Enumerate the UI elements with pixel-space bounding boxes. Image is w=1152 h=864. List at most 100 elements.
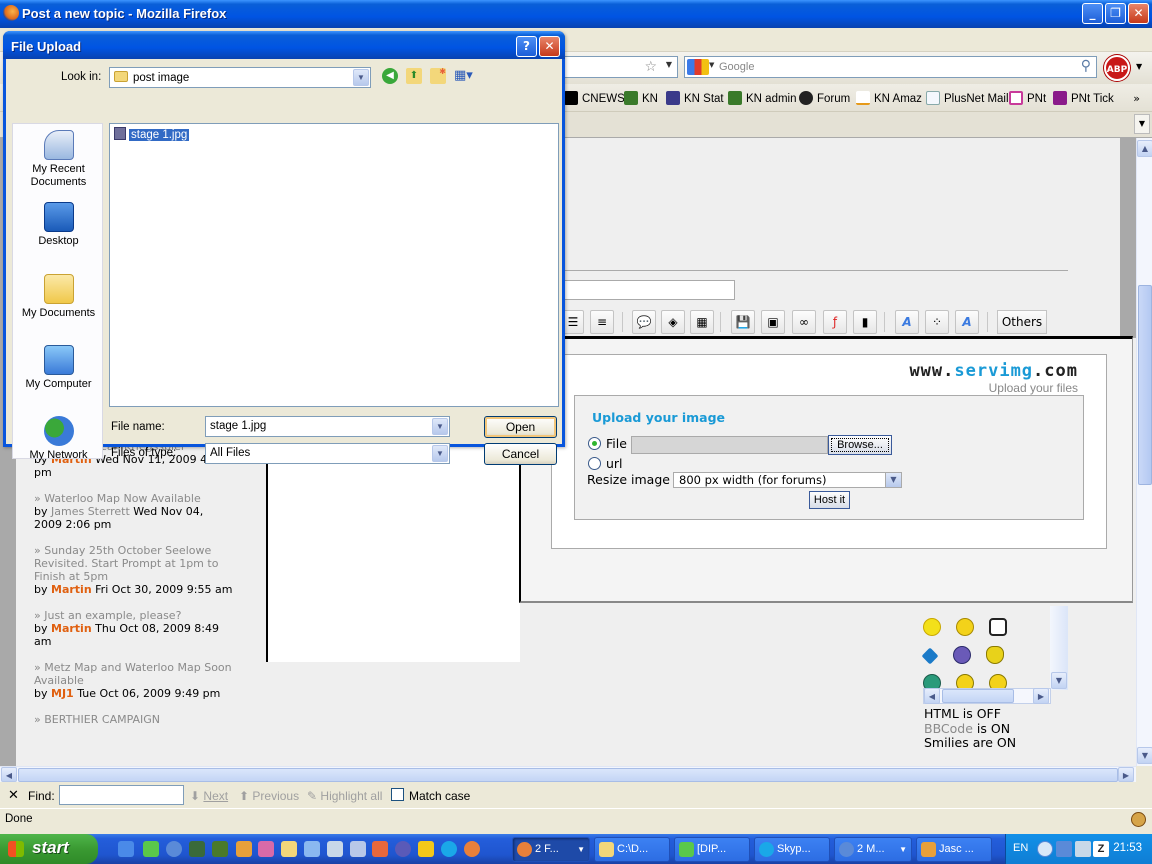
quicklaunch-app-icon[interactable] xyxy=(327,841,343,857)
topic-link[interactable]: » Sunday 25th October Seelowe Revisited.… xyxy=(34,544,234,583)
bookmark-forum[interactable]: Forum xyxy=(799,91,850,105)
author-link[interactable]: Martin xyxy=(51,622,92,635)
open-button[interactable]: Open xyxy=(484,416,557,438)
find-input[interactable] xyxy=(59,785,184,805)
video-icon[interactable]: ▮ xyxy=(853,310,877,334)
search-bar[interactable]: ▼ Google ⚲ xyxy=(684,56,1097,78)
restore-button[interactable]: ❐ xyxy=(1105,3,1126,24)
vertical-scrollbar[interactable]: ▲ ▼ xyxy=(1136,138,1152,766)
up-folder-icon[interactable]: ⬆ xyxy=(406,68,422,84)
topic-link[interactable]: » Waterloo Map Now Available xyxy=(34,492,234,505)
look-in-select[interactable]: post image ▼ xyxy=(109,67,371,88)
quicklaunch-firefox-icon[interactable] xyxy=(464,841,480,857)
image-icon[interactable]: ▣ xyxy=(761,310,785,334)
scroll-thumb[interactable] xyxy=(1138,285,1152,485)
quote-icon[interactable]: 💬 xyxy=(632,310,656,334)
search-icon[interactable]: ⚲ xyxy=(1081,58,1091,74)
quicklaunch-calculator-icon[interactable] xyxy=(350,841,366,857)
chevron-down-icon[interactable]: ▼ xyxy=(709,61,714,69)
close-window-button[interactable]: ✕ xyxy=(1128,3,1149,24)
task-notepad[interactable]: [DIP... xyxy=(674,837,750,862)
url-radio[interactable] xyxy=(588,457,601,470)
place-my-documents[interactable]: My Documents xyxy=(13,274,104,320)
scroll-thumb[interactable] xyxy=(18,768,1118,782)
author-link[interactable]: Martin xyxy=(51,583,92,596)
close-find-bar-icon[interactable]: ✕ xyxy=(8,787,19,803)
topic-link[interactable]: » BERTHIER CAMPAIGN xyxy=(34,713,234,726)
bookmark-kn-admin[interactable]: KN admin xyxy=(728,91,797,105)
greasemonkey-icon[interactable] xyxy=(1131,812,1146,827)
chevron-left-icon[interactable]: ◀ xyxy=(1,767,17,782)
horizontal-scrollbar[interactable]: ◀ ▶ xyxy=(0,766,1136,782)
new-folder-icon[interactable]: ✱ xyxy=(430,68,446,84)
color-icon[interactable]: ⁘ xyxy=(925,310,949,334)
flash-icon[interactable]: ƒ xyxy=(823,310,847,334)
bookmark-kn[interactable]: KN xyxy=(624,91,658,105)
bookmark-kn-amaz[interactable]: KN Amaz xyxy=(856,91,922,105)
chevron-down-icon[interactable]: ▼ xyxy=(1137,747,1152,764)
quicklaunch-aim-icon[interactable] xyxy=(418,841,434,857)
file-path-field[interactable] xyxy=(631,436,828,454)
heart-smiley-icon[interactable] xyxy=(986,646,1004,664)
chevron-left-icon[interactable]: ◀ xyxy=(924,688,940,704)
minimize-button[interactable]: _ xyxy=(1082,3,1103,24)
quicklaunch-app-icon[interactable] xyxy=(236,841,252,857)
smiley-icon[interactable] xyxy=(923,618,941,636)
chevron-down-icon[interactable]: ▼ xyxy=(1136,62,1142,71)
bookmark-cnews[interactable]: CNEWS xyxy=(564,91,625,105)
quicklaunch-skype-icon[interactable] xyxy=(441,841,457,857)
task-mail[interactable]: 2 M... ▼ xyxy=(834,837,912,862)
bookmark-star-icon[interactable]: ☆ xyxy=(644,59,657,75)
url-dropdown-icon[interactable]: ▼ xyxy=(666,60,672,69)
quicklaunch-app-icon[interactable] xyxy=(189,841,205,857)
network-icon[interactable] xyxy=(1056,841,1072,857)
file-list[interactable]: stage 1.jpg xyxy=(109,123,559,407)
chevron-down-icon[interactable]: ▼ xyxy=(1051,672,1067,689)
chevron-right-icon[interactable]: ▶ xyxy=(1118,767,1134,782)
quicklaunch-outlook-icon[interactable] xyxy=(166,841,182,857)
task-firefox[interactable]: 2 F... ▼ xyxy=(512,837,590,862)
bookmark-plusnet-mail[interactable]: PlusNet Mail xyxy=(926,91,1009,105)
quicklaunch-xampp-icon[interactable] xyxy=(372,841,388,857)
quicklaunch-folder-icon[interactable] xyxy=(281,841,297,857)
topic-link[interactable]: » Metz Map and Waterloo Map Soon Availab… xyxy=(34,661,234,687)
adblock-plus-icon[interactable]: ABP xyxy=(1104,55,1130,81)
find-previous-button[interactable]: ⬆ Previous xyxy=(239,789,299,803)
place-my-network[interactable]: My Network xyxy=(13,416,104,462)
others-button[interactable]: Others xyxy=(997,310,1047,334)
file-item-stage-1[interactable]: stage 1.jpg xyxy=(114,127,190,141)
chevron-down-icon[interactable]: ▼ xyxy=(432,445,448,462)
quicklaunch-ie-icon[interactable] xyxy=(118,841,134,857)
message-area[interactable] xyxy=(268,438,520,662)
bookmarks-overflow-chevron[interactable]: » xyxy=(1133,92,1140,105)
dialog-titlebar[interactable]: File Upload ? ✕ xyxy=(3,31,565,59)
quicklaunch-app-icon[interactable] xyxy=(304,841,320,857)
align-icon[interactable]: ≡ xyxy=(590,310,614,334)
quicklaunch-app-icon[interactable] xyxy=(258,841,274,857)
close-dialog-button[interactable]: ✕ xyxy=(539,36,560,57)
help-button[interactable]: ? xyxy=(516,36,537,57)
bbcode-link[interactable]: BBCode xyxy=(924,721,973,736)
back-icon[interactable]: ◀ xyxy=(382,68,398,84)
font-face-icon[interactable]: A xyxy=(955,310,979,334)
author-link[interactable]: MJ1 xyxy=(51,687,74,700)
quicklaunch-notepad-icon[interactable] xyxy=(143,841,159,857)
zonealarm-icon[interactable]: Z xyxy=(1093,841,1109,857)
view-menu-icon[interactable]: ▦▾ xyxy=(454,68,476,84)
match-case-checkbox[interactable] xyxy=(391,788,404,801)
smiley-icon[interactable] xyxy=(953,646,971,664)
tray-app-icon[interactable] xyxy=(1075,841,1091,857)
quicklaunch-eclipse-icon[interactable] xyxy=(395,841,411,857)
cancel-button[interactable]: Cancel xyxy=(484,443,557,465)
highlight-all-button[interactable]: ✎ Highlight all xyxy=(307,789,382,803)
chevron-down-icon[interactable]: ▼ xyxy=(353,69,369,86)
browse-button[interactable]: Browse... xyxy=(828,435,892,455)
find-next-button[interactable]: ⬇ Next xyxy=(190,789,228,803)
topic-link[interactable]: » Just an example, please? xyxy=(34,609,234,622)
host-image-icon[interactable]: 💾 xyxy=(731,310,755,334)
smilies-hscrollbar[interactable]: ◀ ▶ xyxy=(923,688,1051,704)
place-my-recent-documents[interactable]: My Recent Documents xyxy=(13,130,104,189)
list-icon[interactable]: ☰ xyxy=(562,310,584,334)
host-it-button[interactable]: Host it xyxy=(809,491,850,509)
resize-select[interactable]: 800 px width (for forums) ▼ xyxy=(673,472,902,488)
